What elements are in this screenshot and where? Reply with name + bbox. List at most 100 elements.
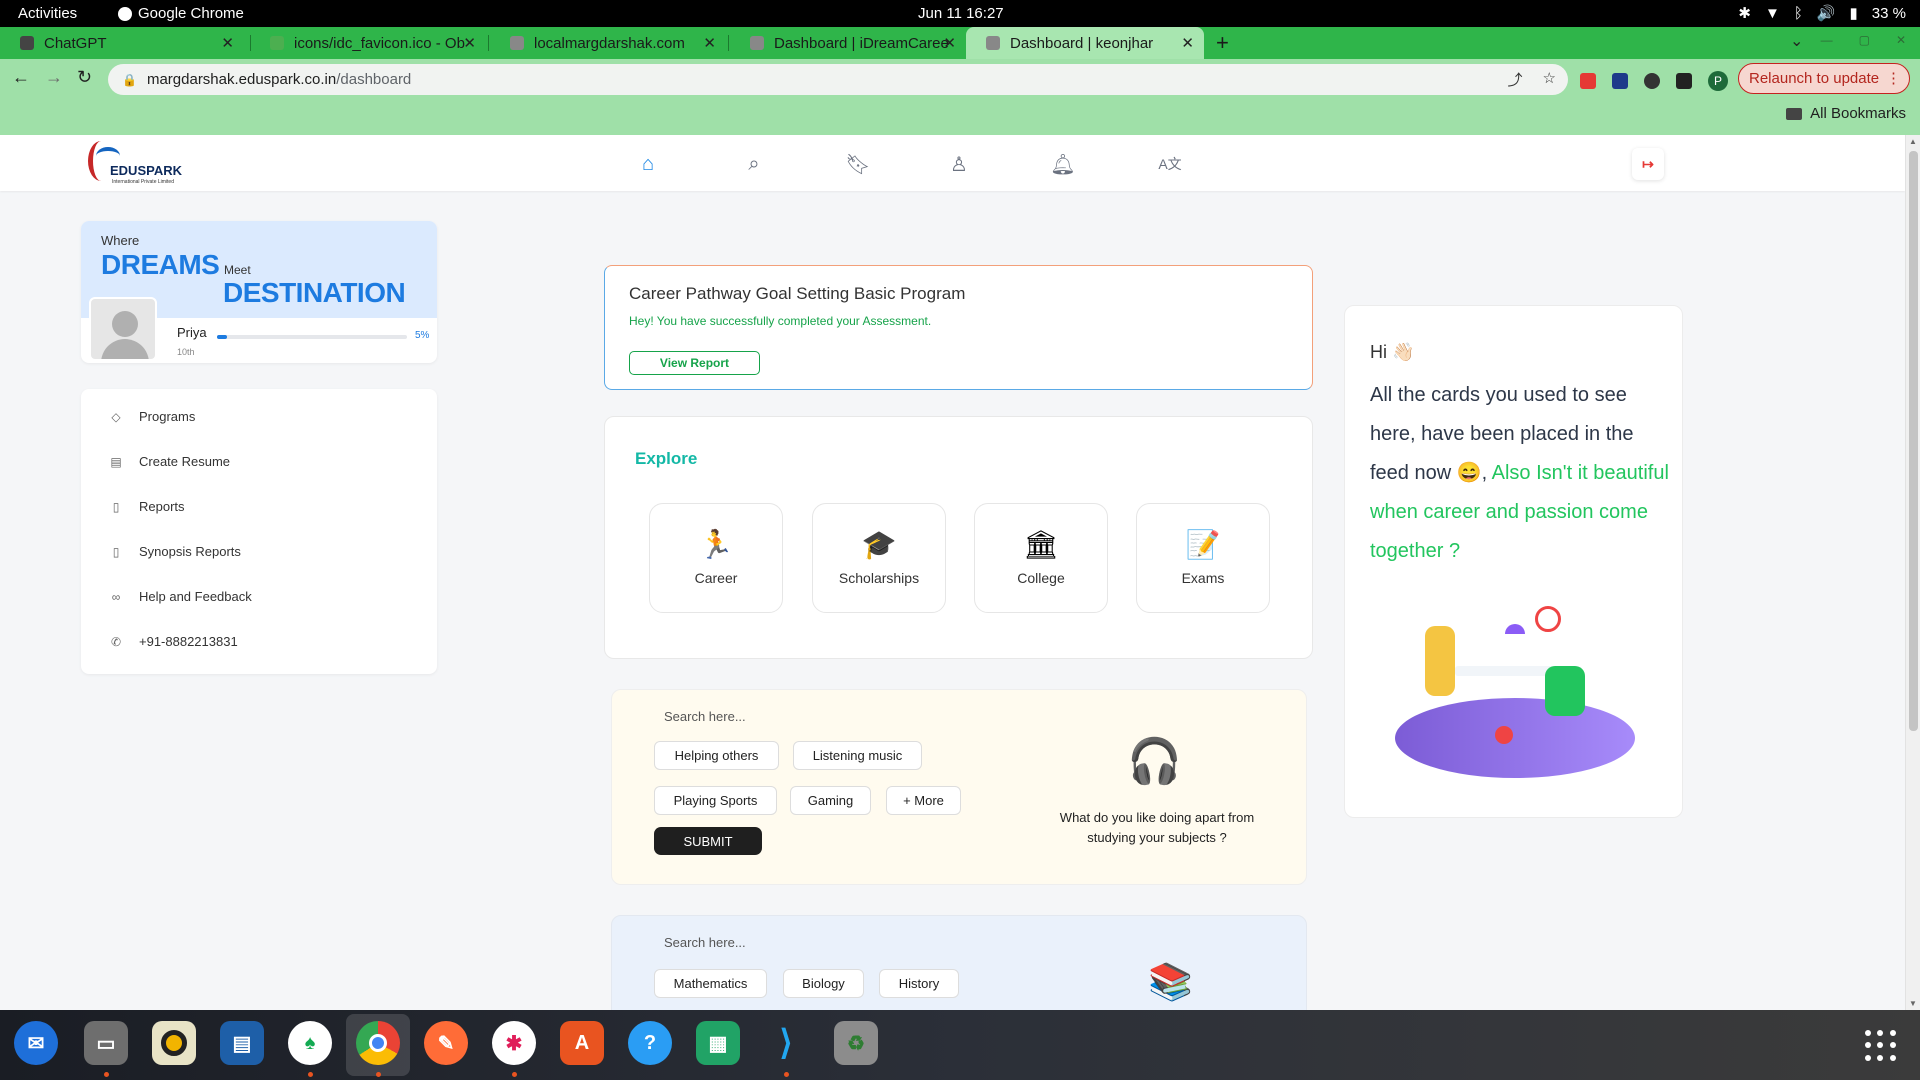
lock-icon[interactable]: 🔒 xyxy=(122,73,137,87)
bookmark-icon[interactable]: 🔖︎ xyxy=(845,151,871,177)
subject-search-input[interactable]: Search here... xyxy=(664,935,746,950)
sidebar-item-label: Create Resume xyxy=(139,454,231,469)
libreoffice-writer-icon[interactable]: ▤ xyxy=(220,1021,264,1065)
close-icon[interactable]: ✕ xyxy=(221,34,234,52)
handshake-icon: ∞ xyxy=(111,589,121,604)
extension-icon[interactable] xyxy=(1612,73,1628,89)
sidebar-item-synopsis-reports[interactable]: ▯ Synopsis Reports xyxy=(109,544,241,559)
exam-paper-icon: 📝 xyxy=(1185,529,1221,560)
maximize-icon[interactable]: ▢ xyxy=(1859,33,1870,47)
sidebar-item-programs[interactable]: ◇ Programs xyxy=(109,409,195,424)
tab-search-button[interactable]: ⌄ xyxy=(1790,31,1803,51)
scroll-down-icon[interactable]: ▼ xyxy=(1909,999,1917,1008)
sidebar-item-create-resume[interactable]: ▤ Create Resume xyxy=(109,454,230,469)
close-icon[interactable]: ✕ xyxy=(1181,34,1194,52)
sidebar-item-phone[interactable]: ✆ +91-8882213831 xyxy=(109,634,238,649)
all-bookmarks-button[interactable]: All Bookmarks xyxy=(1786,105,1906,122)
relaunch-button[interactable]: Relaunch to update ⋮ xyxy=(1738,63,1910,94)
subject-chip[interactable]: History xyxy=(879,969,959,998)
document-icon: ▯ xyxy=(112,544,120,559)
submit-button[interactable]: SUBMIT xyxy=(654,827,762,855)
window-controls: — ▢ ✕ xyxy=(1821,33,1906,47)
slack-icon[interactable]: ✱ xyxy=(492,1021,536,1065)
close-window-icon[interactable]: ✕ xyxy=(1896,33,1906,47)
avatar-body xyxy=(101,339,149,359)
search-icon[interactable]: ⌕ xyxy=(741,151,767,177)
hobby-chip[interactable]: Playing Sports xyxy=(654,786,777,815)
activities-button[interactable]: Activities xyxy=(18,5,77,22)
sidebar-item-label: Reports xyxy=(139,499,185,514)
tab-favicon[interactable]: icons/idc_favicon.ico - Ob ✕ xyxy=(250,27,486,59)
close-icon[interactable]: ✕ xyxy=(463,34,476,52)
explore-card-scholarships[interactable]: 🎓 Scholarships xyxy=(812,503,946,613)
url-path: /dashboard xyxy=(336,71,412,88)
tab-localmargdarshak[interactable]: localmargdarshak.com ✕ xyxy=(490,27,726,59)
hobby-search-input[interactable]: Search here... xyxy=(664,709,746,724)
ubuntu-dock: ✉ ▭ ▤ ♠ ✎ ✱ A ? ▦ ⟩ ♻ xyxy=(0,1010,1920,1080)
close-icon[interactable]: ✕ xyxy=(703,34,716,52)
thunderbird-icon[interactable]: ✉ xyxy=(14,1021,58,1065)
clock[interactable]: Jun 11 16:27 xyxy=(918,5,1004,22)
rhythmbox-icon[interactable] xyxy=(152,1021,196,1065)
more-hobbies-chip[interactable]: + More xyxy=(886,786,961,815)
app-menu[interactable]: Google Chrome xyxy=(118,5,244,22)
files-icon[interactable]: ▭ xyxy=(84,1021,128,1065)
hobby-chip[interactable]: Helping others xyxy=(654,741,779,770)
study-illustration xyxy=(1385,606,1645,786)
logout-button[interactable]: ↦ xyxy=(1632,148,1664,180)
tab-keonjhar-active[interactable]: Dashboard | keonjhar ✕ xyxy=(966,27,1204,59)
vscode-icon[interactable]: ⟩ xyxy=(764,1021,808,1065)
scrollbar-thumb[interactable] xyxy=(1909,151,1918,731)
home-icon[interactable]: ⌂ xyxy=(635,151,661,177)
tab-idreamcareer[interactable]: Dashboard | iDreamCaree ✕ xyxy=(730,27,966,59)
close-icon[interactable]: ✕ xyxy=(943,34,956,52)
running-indicator xyxy=(308,1072,313,1077)
hobby-chip[interactable]: Gaming xyxy=(790,786,871,815)
avatar[interactable] xyxy=(89,297,157,361)
side-panel-icon[interactable] xyxy=(1676,73,1692,89)
postman-icon[interactable]: ✎ xyxy=(424,1021,468,1065)
profile-avatar[interactable]: P xyxy=(1708,71,1728,91)
more-icon[interactable]: ⋮ xyxy=(1886,69,1901,87)
star-icon[interactable]: ☆ xyxy=(1543,69,1556,90)
view-report-button[interactable]: View Report xyxy=(629,351,760,375)
back-icon[interactable]: ← xyxy=(12,67,30,88)
libreoffice-calc-icon[interactable]: ▦ xyxy=(696,1021,740,1065)
sidebar-menu: ◇ Programs ▤ Create Resume ▯ Reports ▯ Synop… xyxy=(81,389,437,674)
explore-card-exams[interactable]: 📝 Exams xyxy=(1136,503,1270,613)
address-bar[interactable]: 🔒 margdarshak.eduspark.co.in/dashboard ⤴… xyxy=(108,64,1568,95)
sidebar-item-help-feedback[interactable]: ∞ Help and Feedback xyxy=(109,589,252,604)
mongodb-compass-icon[interactable]: ♠ xyxy=(288,1021,332,1065)
system-top-bar: Activities Google Chrome Jun 11 16:27 ✱ … xyxy=(0,0,1920,27)
page-viewport: EDUSPARK International Private Limited ⌂… xyxy=(0,135,1905,1010)
hobby-chip[interactable]: Listening music xyxy=(793,741,922,770)
scroll-up-icon[interactable]: ▲ xyxy=(1909,137,1917,146)
tab-chatgpt[interactable]: ChatGPT ✕ xyxy=(0,27,244,59)
user-icon[interactable]: ♙ xyxy=(946,151,972,177)
new-tab-button[interactable]: + xyxy=(1216,30,1229,56)
subject-chip[interactable]: Biology xyxy=(783,969,864,998)
app-center-icon[interactable]: A xyxy=(560,1021,604,1065)
show-applications-icon[interactable] xyxy=(1865,1030,1897,1062)
subject-chip[interactable]: Mathematics xyxy=(654,969,767,998)
forward-icon[interactable]: → xyxy=(45,67,63,88)
page-scrollbar[interactable]: ▲ ▼ xyxy=(1905,135,1920,1010)
reload-icon[interactable]: ↻ xyxy=(77,67,92,88)
system-tray[interactable]: ✱ ▼ ᛒ 🔊 ▮ 33 % xyxy=(1738,4,1906,23)
explore-card-career[interactable]: 🏃 Career xyxy=(649,503,783,613)
profile-progress-bar xyxy=(217,335,407,339)
translate-icon[interactable]: A文 xyxy=(1157,151,1183,177)
puzzle-icon[interactable] xyxy=(1644,73,1660,89)
extension-icon[interactable] xyxy=(1580,73,1596,89)
help-icon[interactable]: ? xyxy=(628,1021,672,1065)
chrome-icon[interactable] xyxy=(356,1021,400,1065)
bell-icon[interactable]: 🔔︎ xyxy=(1050,151,1076,177)
trash-icon[interactable]: ♻ xyxy=(834,1021,878,1065)
browser-chrome: ChatGPT ✕ icons/idc_favicon.ico - Ob ✕ l… xyxy=(0,27,1920,135)
minimize-icon[interactable]: — xyxy=(1821,33,1833,47)
eduspark-logo[interactable]: EDUSPARK International Private Limited xyxy=(88,141,198,187)
explore-card-college[interactable]: 🏛 College xyxy=(974,503,1108,613)
share-icon[interactable]: ⤴ xyxy=(1508,69,1523,90)
sidebar-item-reports[interactable]: ▯ Reports xyxy=(109,499,185,514)
sidebar-item-label: +91-8882213831 xyxy=(139,634,238,649)
